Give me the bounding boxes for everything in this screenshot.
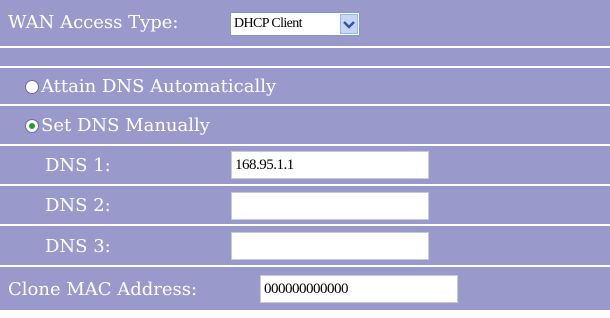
clone-mac-row: Clone MAC Address: 000000000000	[0, 267, 610, 310]
dns3-row: DNS 3:	[0, 226, 610, 265]
clone-mac-input[interactable]: 000000000000	[260, 275, 458, 303]
dns-auto-label: Attain DNS Automatically	[41, 76, 277, 97]
dns-manual-row: Set DNS Manually	[0, 106, 610, 144]
wan-settings-panel: WAN Access Type: DHCP Client Attain DNS …	[0, 0, 610, 318]
wan-access-type-label: WAN Access Type:	[8, 12, 179, 33]
dns2-row: DNS 2:	[0, 186, 610, 224]
dns1-label: DNS 1:	[45, 155, 111, 176]
dns-auto-radio[interactable]	[25, 80, 39, 94]
radio-selected-dot	[29, 123, 35, 129]
wan-access-type-select[interactable]: DHCP Client	[230, 12, 360, 36]
dns-auto-row: Attain DNS Automatically	[0, 68, 610, 104]
spacer-row	[0, 48, 610, 66]
dns2-input[interactable]	[231, 192, 429, 220]
wan-access-type-row: WAN Access Type: DHCP Client	[0, 0, 610, 46]
dns1-row: DNS 1: 168.95.1.1	[0, 146, 610, 184]
dns-manual-label: Set DNS Manually	[41, 115, 210, 136]
dns3-input[interactable]	[231, 232, 429, 260]
dns3-label: DNS 3:	[45, 236, 111, 257]
wan-access-type-selected-value: DHCP Client	[234, 16, 303, 31]
dns2-label: DNS 2:	[45, 195, 111, 216]
dns1-input[interactable]: 168.95.1.1	[231, 151, 429, 179]
chevron-down-icon[interactable]	[340, 14, 358, 34]
clone-mac-label: Clone MAC Address:	[8, 279, 198, 300]
dns-manual-radio[interactable]	[25, 119, 39, 133]
